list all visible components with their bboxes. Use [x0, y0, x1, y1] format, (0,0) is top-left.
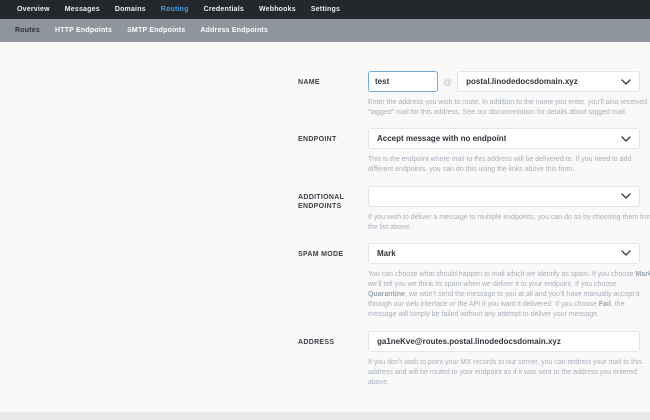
address-help-text: If you don’t wish to point your MX recor…	[368, 358, 642, 386]
domain-select[interactable]: postal.linodedocsdomain.xyz	[457, 71, 640, 92]
additional-endpoints-select[interactable]	[368, 185, 640, 207]
spam-mode-help-text: You can choose what should happen to mai…	[368, 270, 650, 319]
chevron-down-icon	[621, 250, 631, 256]
subtab-routes[interactable]: Routes	[15, 27, 40, 34]
name-help-text: Enter the address you wish to route. In …	[368, 99, 647, 117]
route-form: NAME @ postal.linodedocsdomain.xyz Enter…	[0, 42, 650, 420]
endpoint-select[interactable]: Accept message with no endpoint	[368, 128, 640, 150]
tab-credentials[interactable]: Credentials	[204, 6, 244, 13]
subtab-smtp-endpoints[interactable]: SMTP Endpoints	[127, 27, 185, 34]
spam-mode-row: SPAM MODE Mark You can choose what shoul…	[298, 242, 650, 321]
additional-endpoints-help-text: If you wish to deliver a message to mult…	[368, 213, 650, 231]
subtab-http-endpoints[interactable]: HTTP Endpoints	[55, 27, 112, 34]
endpoint-help-text: This is the endpoint where mail to this …	[368, 156, 632, 174]
domain-select-value: postal.linodedocsdomain.xyz	[466, 77, 578, 86]
endpoint-label: ENDPOINT	[298, 136, 337, 144]
endpoint-row: ENDPOINT Accept message with no endpoint…	[298, 128, 650, 175]
name-label: NAME	[298, 79, 320, 86]
footer-strip	[0, 412, 650, 420]
address-label: ADDRESS	[298, 338, 335, 346]
tab-settings[interactable]: Settings	[311, 6, 340, 13]
subtab-address-endpoints[interactable]: Address Endpoints	[200, 27, 268, 34]
tab-messages[interactable]: Messages	[65, 6, 100, 13]
spam-mode-label: SPAM MODE	[298, 250, 344, 258]
at-sign: @	[443, 76, 453, 87]
additional-endpoints-row: ADDITIONAL ENDPOINTS If you wish to deli…	[298, 185, 650, 233]
chevron-down-icon	[621, 78, 631, 85]
tab-webhooks[interactable]: Webhooks	[259, 6, 296, 13]
chevron-down-icon	[621, 193, 631, 199]
tab-domains[interactable]: Domains	[115, 6, 146, 13]
endpoint-select-value: Accept message with no endpoint	[377, 134, 507, 144]
additional-endpoints-label: ADDITIONAL ENDPOINTS	[298, 193, 345, 210]
name-row: NAME @ postal.linodedocsdomain.xyz Enter…	[298, 71, 650, 118]
tab-routing[interactable]: Routing	[161, 6, 189, 13]
address-row: ADDRESS If you don’t wish to point your …	[298, 330, 650, 388]
name-input[interactable]	[368, 71, 438, 92]
top-navbar: Overview Messages Domains Routing Creden…	[0, 0, 650, 19]
spam-mode-select[interactable]: Mark	[368, 242, 640, 264]
chevron-down-icon	[621, 136, 631, 142]
tab-overview[interactable]: Overview	[17, 6, 50, 13]
sub-navbar: Routes HTTP Endpoints SMTP Endpoints Add…	[0, 19, 650, 42]
address-input[interactable]	[368, 330, 640, 352]
spam-mode-select-value: Mark	[377, 248, 396, 258]
